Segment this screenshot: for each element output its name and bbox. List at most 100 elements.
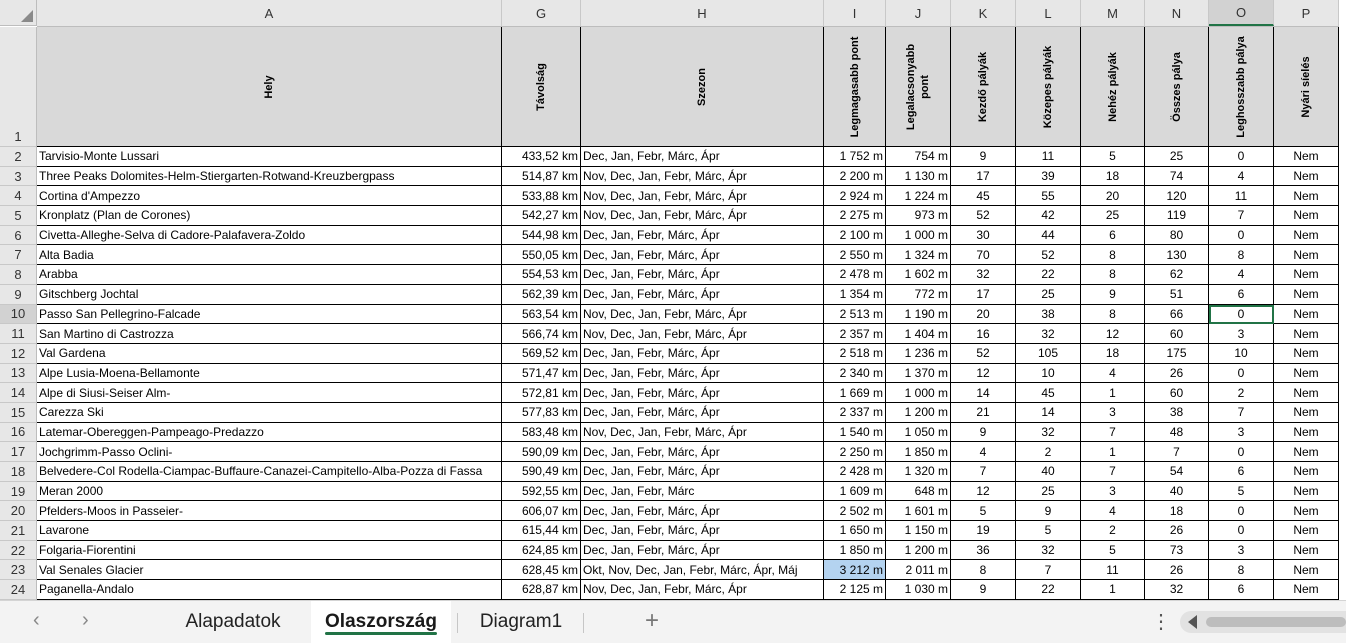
cell-h11[interactable]: Nov, Dec, Jan, Febr, Márc, Ápr [581,324,824,344]
cell-m9[interactable]: 9 [1081,284,1145,305]
cell-o9[interactable]: 6 [1209,284,1274,305]
cell-i8[interactable]: 2 478 m [824,265,886,285]
row-header-17[interactable]: 17 [0,442,36,462]
horizontal-scrollbar[interactable] [1180,611,1346,633]
cell-l22[interactable]: 32 [1016,540,1081,561]
cell-p7[interactable]: Nem [1274,245,1339,266]
cell-l20[interactable]: 9 [1016,501,1081,522]
cell-p19[interactable]: Nem [1274,481,1339,502]
cell-a12[interactable]: Val Gardena [37,343,502,364]
cell-o16[interactable]: 3 [1209,422,1274,443]
cell-a3[interactable]: Three Peaks Dolomites-Helm-Stiergarten-R… [37,166,502,187]
cell-i11[interactable]: 2 357 m [824,324,886,344]
cell-j24[interactable]: 1 030 m [886,580,951,600]
cell-o3[interactable]: 4 [1209,166,1274,187]
cell-j21[interactable]: 1 150 m [886,521,951,541]
cell-g2[interactable]: 433,52 km [502,147,581,167]
cell-g6[interactable]: 544,98 km [502,225,581,246]
column-header-h[interactable]: H [581,0,824,26]
row-header-7[interactable]: 7 [0,245,36,266]
cell-n10[interactable]: 66 [1145,304,1209,325]
cell-h19[interactable]: Dec, Jan, Febr, Márc [581,481,824,502]
cell-n14[interactable]: 60 [1145,383,1209,403]
cell-o11[interactable]: 3 [1209,324,1274,344]
row-header-10[interactable]: 10 [0,304,36,325]
row-header-19[interactable]: 19 [0,482,36,502]
row-header-15[interactable]: 15 [0,403,36,423]
row-header-9[interactable]: 9 [0,285,36,305]
cell-o20[interactable]: 0 [1209,501,1274,522]
cell-h18[interactable]: Dec, Jan, Febr, Márc, Ápr [581,462,824,482]
cell-p15[interactable]: Nem [1274,402,1339,423]
cell-i7[interactable]: 2 550 m [824,245,886,266]
cell-g13[interactable]: 571,47 km [502,363,581,384]
cell-m7[interactable]: 8 [1081,245,1145,266]
cell-k15[interactable]: 21 [951,402,1016,423]
cell-g18[interactable]: 590,49 km [502,462,581,482]
cell-h8[interactable]: Dec, Jan, Febr, Márc, Ápr [581,265,824,285]
cell-h13[interactable]: Dec, Jan, Febr, Márc, Ápr [581,363,824,384]
column-header-l[interactable]: L [1016,0,1081,26]
cell-j14[interactable]: 1 000 m [886,383,951,403]
cell-m22[interactable]: 5 [1081,540,1145,561]
cell-a2[interactable]: Tarvisio-Monte Lussari [37,147,502,167]
cell-i23[interactable]: 3 212 m [824,560,886,581]
row-header-2[interactable]: 2 [0,147,36,167]
cell-m24[interactable]: 1 [1081,580,1145,600]
cell-n19[interactable]: 40 [1145,481,1209,502]
cell-n16[interactable]: 48 [1145,422,1209,443]
cell-o17[interactable]: 0 [1209,442,1274,462]
cell-k8[interactable]: 32 [951,265,1016,285]
cell-h23[interactable]: Okt, Nov, Dec, Jan, Febr, Márc, Ápr, Máj [581,560,824,581]
row-header-13[interactable]: 13 [0,364,36,384]
cell-p5[interactable]: Nem [1274,206,1339,226]
column-header-p[interactable]: P [1274,0,1339,26]
cell-j22[interactable]: 1 200 m [886,540,951,561]
cell-m23[interactable]: 11 [1081,560,1145,581]
cell-m14[interactable]: 1 [1081,383,1145,403]
cell-p4[interactable]: Nem [1274,186,1339,207]
spreadsheet-grid[interactable]: AGHIJKLMNOP 1 2 3 4 5 6 7 8 9 10 11 12 13 14 15 16 17 18 1… [0,0,1346,600]
cell-g8[interactable]: 554,53 km [502,265,581,285]
column-header-a[interactable]: A [37,0,502,26]
cell-k12[interactable]: 52 [951,343,1016,364]
row-header-23[interactable]: 23 [0,560,36,581]
cell-l12[interactable]: 105 [1016,343,1081,364]
cell-i15[interactable]: 2 337 m [824,402,886,423]
cell-o6[interactable]: 0 [1209,225,1274,246]
cell-k23[interactable]: 8 [951,560,1016,581]
cell-h15[interactable]: Dec, Jan, Febr, Márc, Ápr [581,402,824,423]
cell-k16[interactable]: 9 [951,422,1016,443]
cell-a22[interactable]: Folgaria-Fiorentini [37,540,502,561]
cell-k6[interactable]: 30 [951,225,1016,246]
row-header-14[interactable]: 14 [0,383,36,403]
cell-o14[interactable]: 2 [1209,383,1274,403]
cell-n11[interactable]: 60 [1145,324,1209,344]
cell-k5[interactable]: 52 [951,206,1016,226]
plus-icon[interactable]: + [645,607,659,635]
cell-k11[interactable]: 16 [951,324,1016,344]
row-header-11[interactable]: 11 [0,324,36,344]
cell-h2[interactable]: Dec, Jan, Febr, Márc, Ápr [581,147,824,167]
cell-i4[interactable]: 2 924 m [824,186,886,207]
cell-k10[interactable]: 20 [951,304,1016,325]
cell-m3[interactable]: 18 [1081,166,1145,187]
cell-i13[interactable]: 2 340 m [824,363,886,384]
cell-o21[interactable]: 0 [1209,521,1274,541]
cell-j17[interactable]: 1 850 m [886,442,951,462]
cell-l9[interactable]: 25 [1016,284,1081,305]
cell-j3[interactable]: 1 130 m [886,166,951,187]
header-cell[interactable]: Közepes pályák [1016,27,1081,147]
cell-a16[interactable]: Latemar-Obereggen-Pampeago-Predazzo [37,422,502,443]
cell-g24[interactable]: 628,87 km [502,580,581,600]
column-header-g[interactable]: G [502,0,581,26]
cell-l8[interactable]: 22 [1016,265,1081,285]
cell-o24[interactable]: 6 [1209,580,1274,600]
cell-m4[interactable]: 20 [1081,186,1145,207]
cell-o23[interactable]: 8 [1209,560,1274,581]
cell-n20[interactable]: 18 [1145,501,1209,522]
cell-g23[interactable]: 628,45 km [502,560,581,581]
cell-j18[interactable]: 1 320 m [886,462,951,482]
cell-m19[interactable]: 3 [1081,481,1145,502]
cell-l14[interactable]: 45 [1016,383,1081,403]
